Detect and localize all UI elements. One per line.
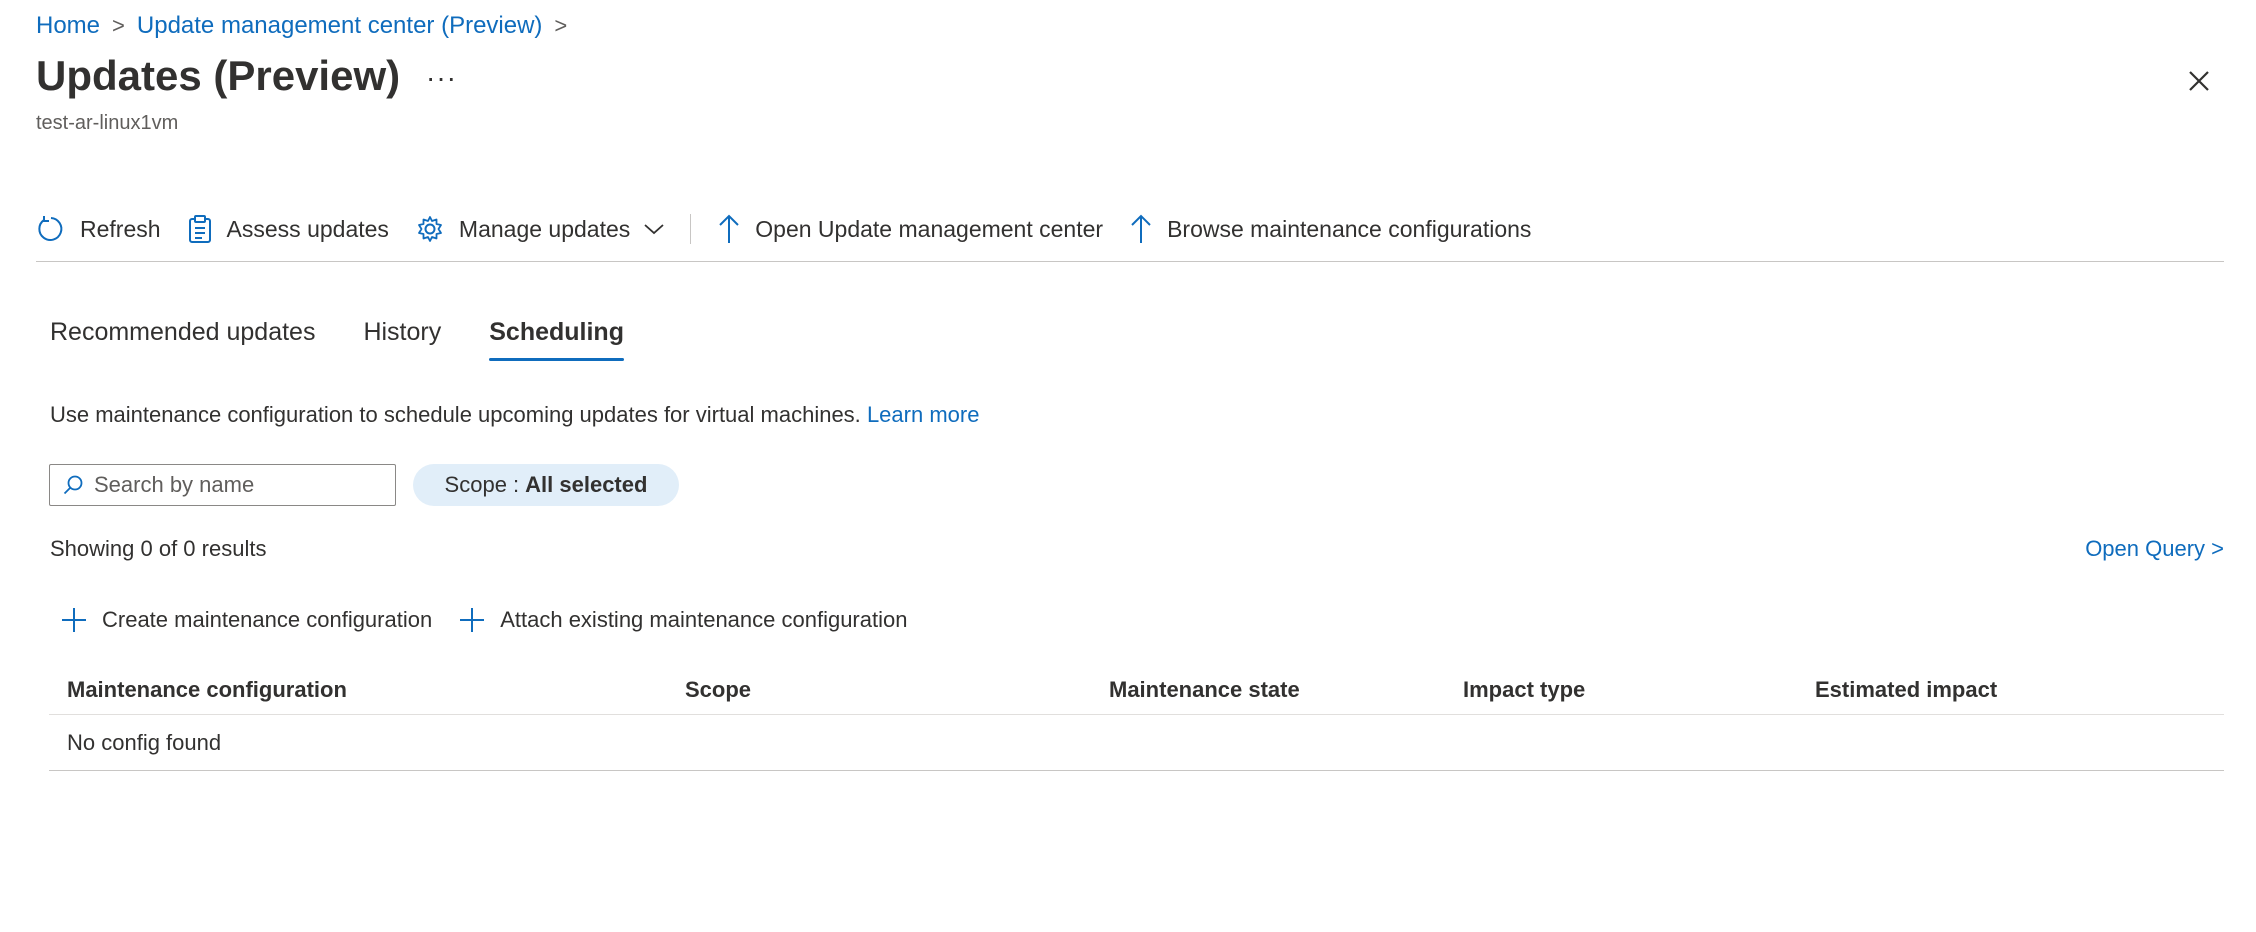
maintenance-config-table: Maintenance configuration Scope Maintena…	[49, 665, 2224, 771]
create-label: Create maintenance configuration	[102, 607, 433, 632]
browse-maintenance-configurations-button[interactable]: Browse maintenance configurations	[1129, 208, 1531, 250]
tab-recommended-updates[interactable]: Recommended updates	[50, 318, 315, 357]
table-row: No config found	[49, 715, 2224, 771]
table-header-row: Maintenance configuration Scope Maintena…	[49, 665, 2224, 715]
column-header-maintenance-state[interactable]: Maintenance state	[1109, 677, 1463, 703]
toolbar-divider	[690, 214, 692, 244]
resource-name: test-ar-linux1vm	[36, 112, 179, 134]
chevron-right-icon: >	[112, 13, 125, 38]
scope-label: Scope :	[444, 472, 520, 497]
results-count: Showing 0 of 0 results	[50, 536, 267, 561]
assess-updates-button[interactable]: Assess updates	[187, 208, 389, 250]
scope-value: All selected	[525, 472, 648, 497]
tab-scheduling[interactable]: Scheduling	[489, 318, 624, 361]
column-header-scope[interactable]: Scope	[685, 677, 1109, 703]
refresh-icon	[38, 216, 63, 241]
column-header-impact-type[interactable]: Impact type	[1463, 677, 1815, 703]
breadcrumb-umc-link[interactable]: Update management center (Preview)	[137, 12, 543, 40]
refresh-button[interactable]: Refresh	[36, 208, 161, 250]
scope-filter-pill[interactable]: Scope : All selected	[413, 464, 679, 506]
learn-more-link[interactable]: Learn more	[867, 402, 980, 427]
tab-history[interactable]: History	[363, 318, 441, 357]
breadcrumb-home-link[interactable]: Home	[36, 12, 100, 40]
close-icon	[2189, 71, 2209, 91]
attach-label: Attach existing maintenance configuratio…	[500, 607, 908, 632]
chevron-down-icon	[644, 224, 664, 235]
toolbar-divider-line	[36, 261, 2224, 262]
open-umc-label: Open Update management center	[755, 215, 1104, 242]
search-icon	[63, 475, 83, 495]
clipboard-icon	[188, 215, 211, 243]
arrow-up-icon	[719, 214, 739, 243]
command-bar: Refresh Assess updates Manage updates Op…	[36, 208, 1557, 250]
gear-icon	[418, 216, 442, 242]
browse-label: Browse maintenance configurations	[1167, 215, 1532, 242]
arrow-up-icon	[1131, 214, 1151, 243]
close-button[interactable]	[2182, 64, 2216, 98]
table-actions: Create maintenance configuration Attach …	[60, 606, 933, 634]
create-maintenance-configuration-button[interactable]: Create maintenance configuration	[60, 606, 432, 634]
description-text: Use maintenance configuration to schedul…	[50, 402, 861, 427]
more-options-button[interactable]: ···	[426, 62, 457, 94]
plus-icon	[62, 608, 86, 632]
search-box[interactable]	[49, 464, 396, 506]
breadcrumb: Home > Update management center (Preview…	[36, 10, 579, 42]
refresh-label: Refresh	[80, 215, 161, 242]
manage-updates-label: Manage updates	[458, 215, 631, 242]
open-query-link[interactable]: Open Query >	[2085, 536, 2224, 562]
search-input[interactable]	[94, 472, 374, 498]
assess-updates-label: Assess updates	[226, 215, 389, 242]
column-header-estimated-impact[interactable]: Estimated impact	[1815, 677, 2215, 703]
tab-list: Recommended updates History Scheduling	[50, 318, 672, 361]
page-title: Updates (Preview)	[36, 52, 401, 99]
column-header-maintenance-configuration[interactable]: Maintenance configuration	[49, 677, 685, 703]
attach-existing-configuration-button[interactable]: Attach existing maintenance configuratio…	[458, 606, 907, 634]
open-update-management-center-button[interactable]: Open Update management center	[717, 208, 1103, 250]
empty-state-message: No config found	[67, 729, 222, 755]
plus-icon	[460, 608, 485, 632]
manage-updates-dropdown[interactable]: Manage updates	[415, 208, 666, 250]
chevron-right-icon: >	[554, 13, 568, 38]
scheduling-description: Use maintenance configuration to schedul…	[50, 402, 979, 428]
